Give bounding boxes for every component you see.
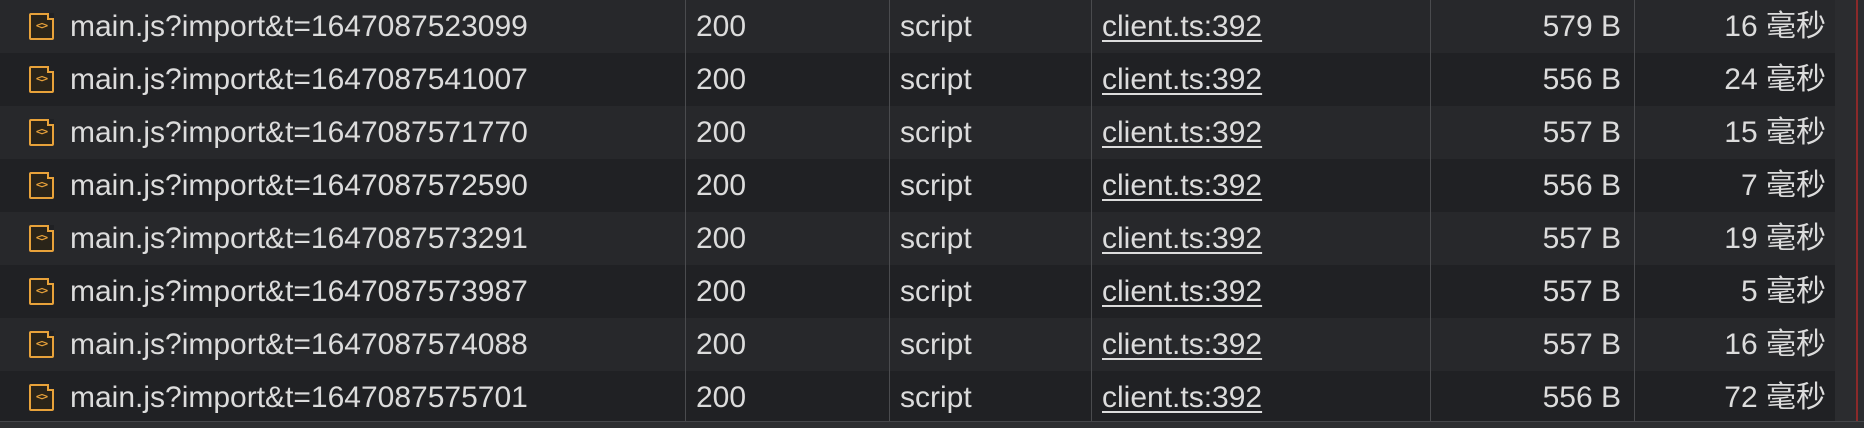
request-type: script [900, 169, 972, 202]
request-time: 7 毫秒 [1740, 169, 1826, 202]
waterfall-column [1835, 0, 1864, 428]
request-time: 16 毫秒 [1724, 10, 1826, 43]
initiator-link[interactable]: client.ts:392 [1102, 169, 1262, 202]
request-status: 200 [696, 328, 747, 361]
column-divider-status[interactable] [685, 0, 686, 428]
request-name[interactable]: main.js?import&t=1647087541007 [70, 53, 680, 106]
column-divider-size[interactable] [1430, 0, 1431, 428]
request-type: script [900, 222, 972, 255]
script-file-icon: <> [29, 172, 54, 199]
request-name[interactable]: main.js?import&t=1647087571770 [70, 106, 680, 159]
request-row[interactable]: <> main.js?import&t=1647087541007 200 scrip… [0, 53, 1864, 106]
network-request-table: <> main.js?import&t=1647087523099 200 scrip… [0, 0, 1864, 428]
request-initiator: client.ts:392 [1102, 106, 1422, 159]
script-file-icon-glyph: <> [35, 390, 48, 403]
request-type: script [900, 10, 972, 43]
request-name[interactable]: main.js?import&t=1647087574088 [70, 318, 680, 371]
request-type: script [900, 275, 972, 308]
request-size: 556 B [1542, 169, 1621, 202]
request-size: 556 B [1542, 63, 1621, 96]
script-file-icon-glyph: <> [35, 125, 48, 138]
request-type: script [900, 328, 972, 361]
request-name[interactable]: main.js?import&t=1647087575701 [70, 371, 680, 424]
request-initiator: client.ts:392 [1102, 53, 1422, 106]
request-row[interactable]: <> main.js?import&t=1647087572590 200 scrip… [0, 159, 1864, 212]
script-file-icon-glyph: <> [35, 231, 48, 244]
column-divider-type[interactable] [889, 0, 890, 428]
request-status: 200 [696, 63, 747, 96]
request-size: 556 B [1542, 381, 1621, 414]
waterfall-marker-line [1856, 0, 1858, 428]
initiator-link[interactable]: client.ts:392 [1102, 222, 1262, 255]
request-time: 24 毫秒 [1724, 63, 1826, 96]
request-type: script [900, 63, 972, 96]
script-file-icon: <> [29, 225, 54, 252]
request-size: 557 B [1542, 116, 1621, 149]
request-size: 557 B [1542, 275, 1621, 308]
request-size: 557 B [1542, 328, 1621, 361]
script-file-icon-glyph: <> [35, 72, 48, 85]
column-divider-initiator[interactable] [1091, 0, 1092, 428]
request-name[interactable]: main.js?import&t=1647087523099 [70, 0, 680, 53]
request-size: 557 B [1542, 222, 1621, 255]
request-name[interactable]: main.js?import&t=1647087572590 [70, 159, 680, 212]
script-file-icon-glyph: <> [35, 178, 48, 191]
script-file-icon: <> [29, 331, 54, 358]
request-time: 15 毫秒 [1724, 116, 1826, 149]
request-status: 200 [696, 169, 747, 202]
script-file-icon: <> [29, 13, 54, 40]
request-row[interactable]: <> main.js?import&t=1647087573987 200 scrip… [0, 265, 1864, 318]
script-file-icon-glyph: <> [35, 337, 48, 350]
initiator-link[interactable]: client.ts:392 [1102, 10, 1262, 43]
request-type: script [900, 381, 972, 414]
script-file-icon: <> [29, 119, 54, 146]
initiator-link[interactable]: client.ts:392 [1102, 328, 1262, 361]
request-status: 200 [696, 275, 747, 308]
request-initiator: client.ts:392 [1102, 159, 1422, 212]
script-file-icon-glyph: <> [35, 284, 48, 297]
request-status: 200 [696, 10, 747, 43]
script-file-icon: <> [29, 278, 54, 305]
request-time: 19 毫秒 [1724, 222, 1826, 255]
request-time: 72 毫秒 [1724, 381, 1826, 414]
request-status: 200 [696, 381, 747, 414]
request-row[interactable]: <> main.js?import&t=1647087573291 200 scrip… [0, 212, 1864, 265]
column-divider-time[interactable] [1634, 0, 1635, 428]
request-time: 5 毫秒 [1740, 275, 1826, 308]
bottom-border [0, 421, 1864, 428]
request-initiator: client.ts:392 [1102, 0, 1422, 53]
request-type: script [900, 116, 972, 149]
script-file-icon: <> [29, 384, 54, 411]
initiator-link[interactable]: client.ts:392 [1102, 275, 1262, 308]
request-row[interactable]: <> main.js?import&t=1647087575701 200 scrip… [0, 371, 1864, 424]
request-initiator: client.ts:392 [1102, 371, 1422, 424]
request-size: 579 B [1542, 10, 1621, 43]
initiator-link[interactable]: client.ts:392 [1102, 63, 1262, 96]
request-initiator: client.ts:392 [1102, 212, 1422, 265]
request-row[interactable]: <> main.js?import&t=1647087523099 200 scrip… [0, 0, 1864, 53]
request-initiator: client.ts:392 [1102, 318, 1422, 371]
script-file-icon: <> [29, 66, 54, 93]
request-time: 16 毫秒 [1724, 328, 1826, 361]
request-initiator: client.ts:392 [1102, 265, 1422, 318]
initiator-link[interactable]: client.ts:392 [1102, 116, 1262, 149]
request-status: 200 [696, 222, 747, 255]
request-name[interactable]: main.js?import&t=1647087573987 [70, 265, 680, 318]
request-row[interactable]: <> main.js?import&t=1647087574088 200 scrip… [0, 318, 1864, 371]
script-file-icon-glyph: <> [35, 19, 48, 32]
request-status: 200 [696, 116, 747, 149]
request-row[interactable]: <> main.js?import&t=1647087571770 200 scrip… [0, 106, 1864, 159]
request-name[interactable]: main.js?import&t=1647087573291 [70, 212, 680, 265]
initiator-link[interactable]: client.ts:392 [1102, 381, 1262, 414]
